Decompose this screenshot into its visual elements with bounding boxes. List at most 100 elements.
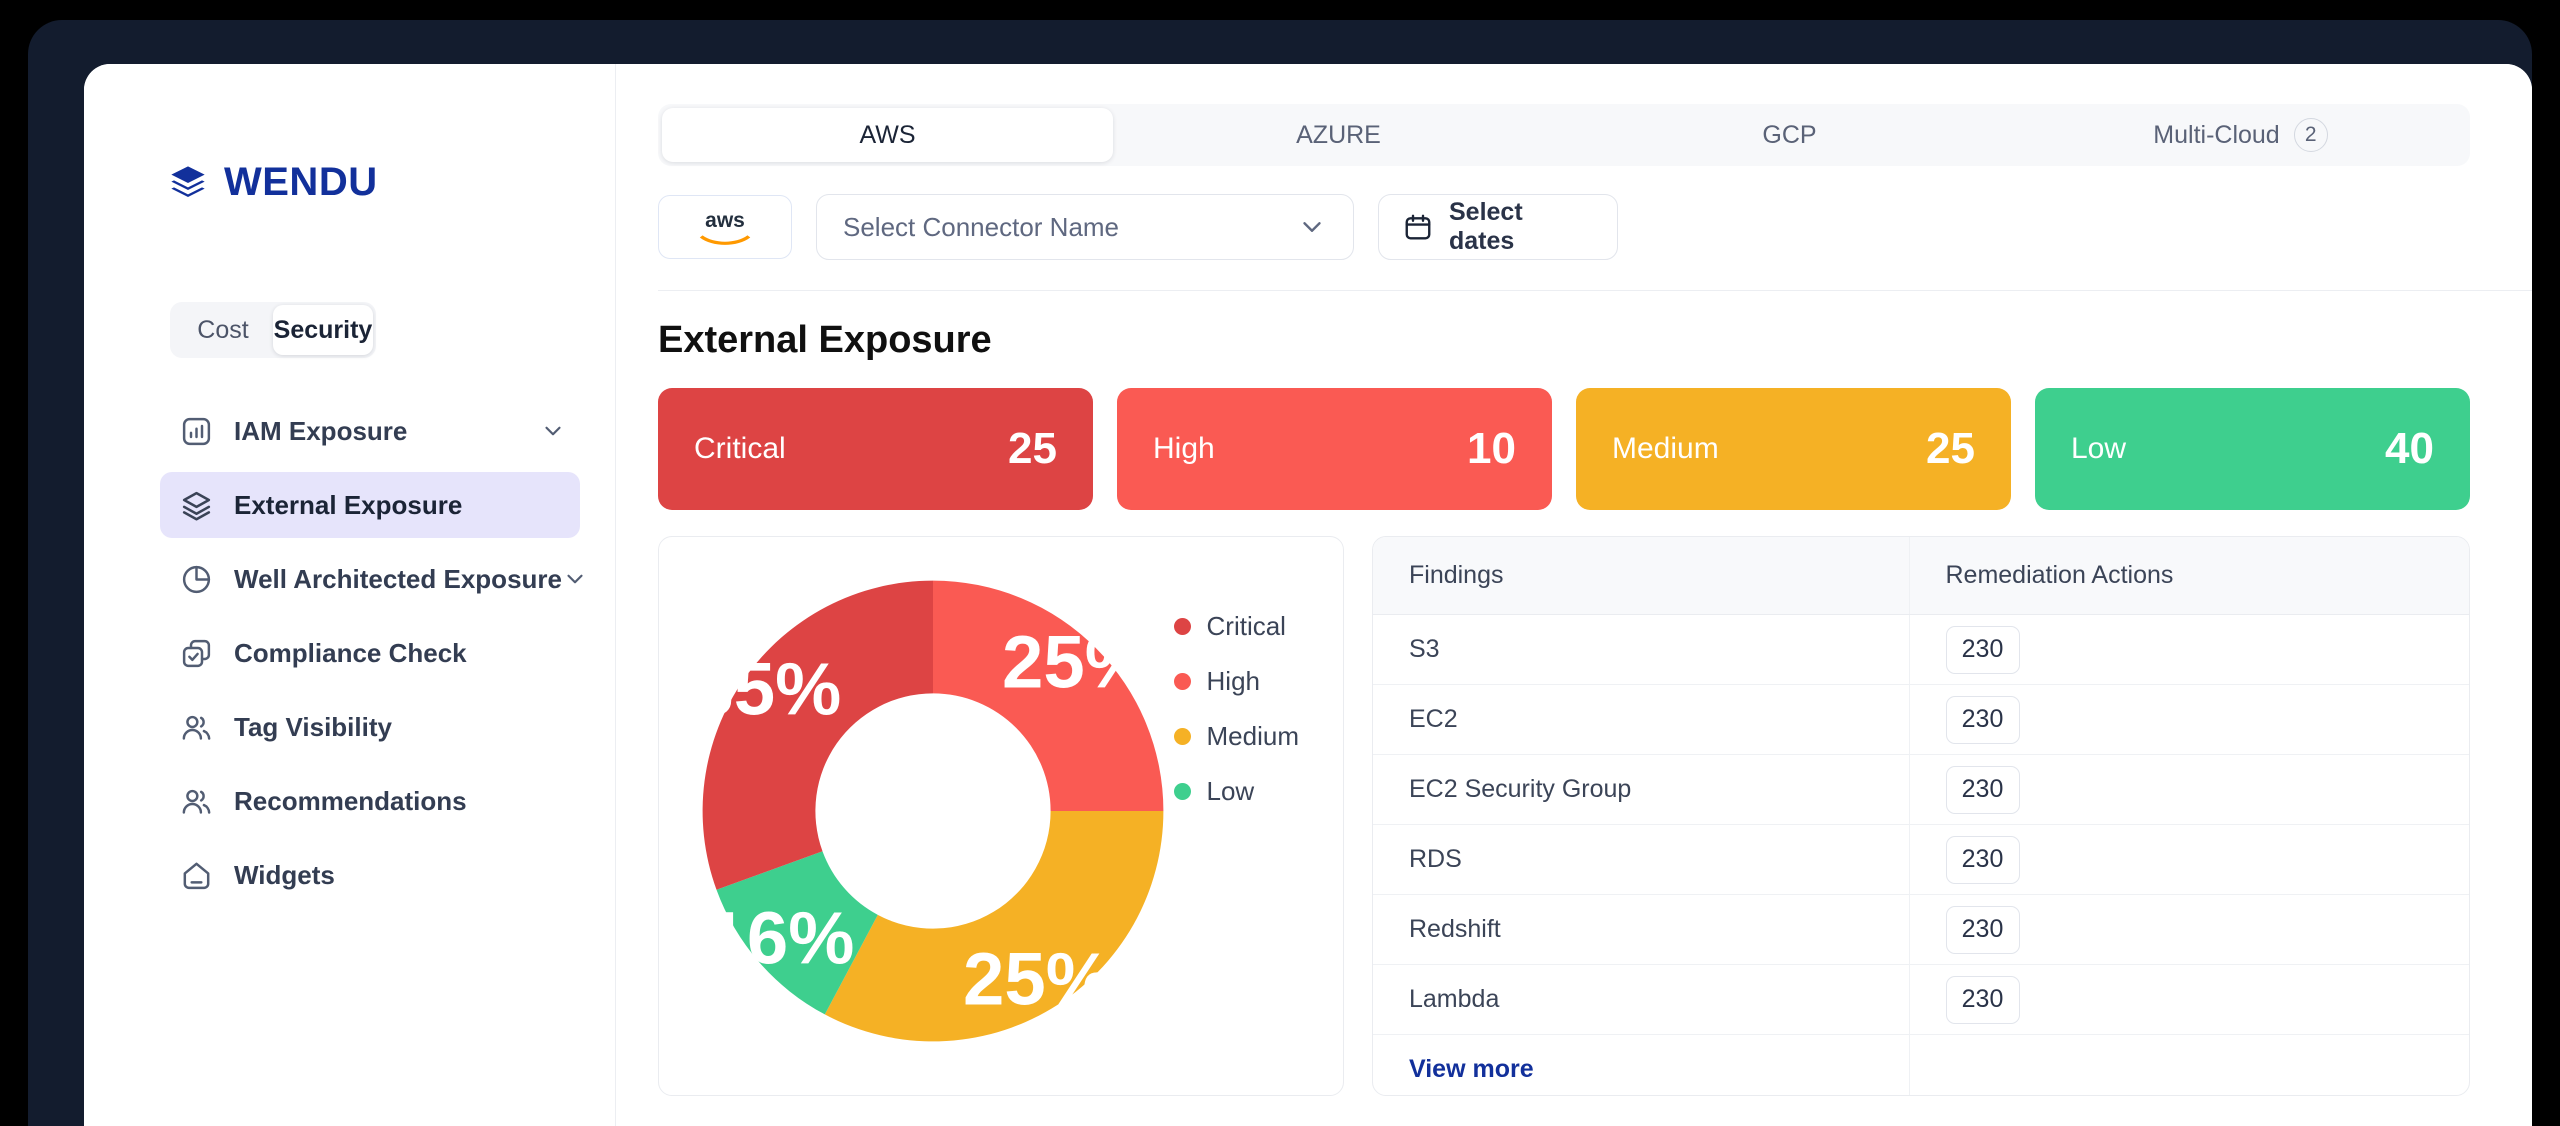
sidebar-item-compliance-check[interactable]: Compliance Check bbox=[160, 620, 580, 686]
severity-card-critical[interactable]: Critical 25 bbox=[658, 388, 1093, 510]
severity-label: Medium bbox=[1612, 432, 1719, 465]
donut-chart: 25% 25% 16% 35% bbox=[693, 571, 1173, 1051]
table-row[interactable]: RDS 230 bbox=[1373, 824, 2469, 895]
tab-azure[interactable]: AZURE bbox=[1113, 108, 1564, 162]
table-header-row: Findings Remediation Actions bbox=[1373, 537, 2469, 615]
users-icon bbox=[178, 709, 214, 745]
mode-option-security[interactable]: Security bbox=[273, 305, 373, 355]
severity-label: Critical bbox=[694, 432, 786, 465]
sidebar-item-iam-exposure[interactable]: IAM Exposure bbox=[160, 398, 580, 464]
cloud-provider-tabs: AWS AZURE GCP Multi-Cloud 2 bbox=[658, 104, 2470, 166]
table-row[interactable]: Lambda 230 bbox=[1373, 964, 2469, 1035]
sidebar: WENDU Cost Security IAM Exposure Externa… bbox=[84, 64, 616, 1126]
legend-color-swatch bbox=[1173, 728, 1191, 745]
tab-multi-cloud[interactable]: Multi-Cloud 2 bbox=[2015, 108, 2466, 162]
donut-slice-critical[interactable] bbox=[702, 580, 933, 890]
sidebar-item-widgets[interactable]: Widgets bbox=[160, 842, 580, 908]
remediation-count-pill[interactable]: 230 bbox=[1945, 835, 2020, 884]
users-icon bbox=[178, 783, 214, 819]
severity-card-medium[interactable]: Medium 25 bbox=[1576, 388, 2011, 510]
chart-legend: Critical High Medium Low bbox=[1173, 611, 1299, 807]
tab-label: AZURE bbox=[1296, 120, 1381, 149]
mode-option-cost[interactable]: Cost bbox=[173, 305, 273, 355]
cell-finding: EC2 bbox=[1373, 684, 1909, 755]
cell-finding: S3 bbox=[1373, 614, 1909, 685]
device-frame: WENDU Cost Security IAM Exposure Externa… bbox=[28, 20, 2532, 1126]
table-row[interactable]: S3 230 bbox=[1373, 614, 2469, 685]
date-picker-label: Select dates bbox=[1449, 198, 1523, 255]
svg-text:aws: aws bbox=[705, 209, 745, 232]
sidebar-item-well-architected-exposure[interactable]: Well Architected Exposure bbox=[160, 546, 583, 612]
brand-logo[interactable]: WENDU bbox=[168, 160, 615, 205]
severity-distribution-chart-card: 25% 25% 16% 35% Critical High Medium Low bbox=[658, 536, 1344, 1096]
remediation-count-pill[interactable]: 230 bbox=[1945, 765, 2020, 814]
cell-remediation-actions: 230 bbox=[1908, 614, 2469, 685]
home-icon bbox=[178, 857, 214, 893]
legend-label: Low bbox=[1206, 776, 1255, 806]
aws-provider-chip[interactable]: aws bbox=[658, 195, 792, 259]
sidebar-item-label: External Exposure bbox=[234, 489, 463, 520]
cell-remediation-actions: 230 bbox=[1908, 824, 2469, 895]
tab-gcp[interactable]: GCP bbox=[1564, 108, 2015, 162]
legend-item-medium[interactable]: Medium bbox=[1173, 721, 1299, 752]
severity-label: Low bbox=[2071, 432, 2127, 465]
view-more-link[interactable]: View more bbox=[1409, 1055, 1534, 1083]
column-header-remediation-actions: Remediation Actions bbox=[1908, 537, 2469, 615]
pie-chart-icon bbox=[178, 561, 214, 597]
donut-slice-label: 16% bbox=[705, 897, 854, 980]
sidebar-item-label: Compliance Check bbox=[234, 637, 467, 668]
table-row[interactable]: EC2 230 bbox=[1373, 684, 2469, 755]
table-row[interactable]: Redshift 230 bbox=[1373, 894, 2469, 965]
view-more-row: View more bbox=[1373, 1034, 2469, 1095]
tab-label: AWS bbox=[859, 120, 916, 149]
legend-color-swatch bbox=[1173, 783, 1191, 800]
severity-value: 25 bbox=[1008, 424, 1057, 473]
bar-chart-square-icon bbox=[178, 413, 214, 449]
sidebar-item-tag-visibility[interactable]: Tag Visibility bbox=[160, 694, 580, 760]
findings-table-card: Findings Remediation Actions S3 230 EC2 230… bbox=[1372, 536, 2470, 1096]
remediation-count-pill[interactable]: 230 bbox=[1945, 625, 2020, 674]
calendar-icon bbox=[1403, 212, 1433, 242]
sidebar-item-label: Widgets bbox=[234, 859, 335, 890]
sidebar-item-label: Recommendations bbox=[234, 785, 467, 816]
tab-aws[interactable]: AWS bbox=[662, 108, 1113, 162]
legend-label: Critical bbox=[1206, 611, 1286, 641]
remediation-count-pill[interactable]: 230 bbox=[1945, 695, 2020, 744]
sidebar-item-recommendations[interactable]: Recommendations bbox=[160, 768, 580, 834]
chevron-down-icon[interactable] bbox=[562, 566, 588, 592]
table-row[interactable]: EC2 Security Group 230 bbox=[1373, 754, 2469, 825]
tab-badge-count: 2 bbox=[2293, 118, 2328, 152]
cell-finding: Lambda bbox=[1373, 964, 1909, 1035]
cost-security-toggle[interactable]: Cost Security bbox=[170, 302, 376, 358]
cell-remediation-actions: 230 bbox=[1908, 894, 2469, 965]
layers-stack-icon bbox=[178, 487, 214, 523]
copy-check-icon bbox=[178, 635, 214, 671]
legend-color-swatch bbox=[1173, 673, 1191, 690]
severity-card-low[interactable]: Low 40 bbox=[2035, 388, 2470, 510]
severity-card-high[interactable]: High 10 bbox=[1117, 388, 1552, 510]
date-range-picker[interactable]: Select dates bbox=[1378, 194, 1618, 260]
sidebar-item-label: Well Architected Exposure bbox=[234, 563, 562, 594]
legend-item-low[interactable]: Low bbox=[1173, 776, 1299, 807]
legend-item-critical[interactable]: Critical bbox=[1173, 611, 1299, 642]
sidebar-item-external-exposure[interactable]: External Exposure bbox=[160, 472, 580, 538]
connector-name-select[interactable]: Select Connector Name bbox=[816, 194, 1354, 260]
cell-empty bbox=[1908, 1034, 2469, 1095]
sidebar-nav: IAM Exposure External Exposure Well Arch… bbox=[160, 398, 583, 916]
remediation-count-pill[interactable]: 230 bbox=[1945, 905, 2020, 954]
donut-slice-label: 25% bbox=[963, 937, 1112, 1020]
legend-item-high[interactable]: High bbox=[1173, 666, 1299, 697]
aws-logo-icon: aws bbox=[689, 206, 761, 248]
donut-slice-label: 35% bbox=[693, 647, 841, 730]
chevron-down-icon[interactable] bbox=[1297, 212, 1327, 242]
cell-remediation-actions: 230 bbox=[1908, 754, 2469, 825]
remediation-count-pill[interactable]: 230 bbox=[1945, 975, 2020, 1024]
severity-value: 25 bbox=[1926, 424, 1975, 473]
findings-table: Findings Remediation Actions S3 230 EC2 230… bbox=[1373, 537, 2469, 1095]
layers-icon bbox=[168, 163, 208, 203]
legend-label: Medium bbox=[1206, 721, 1299, 751]
main-content: AWS AZURE GCP Multi-Cloud 2 aws Select C… bbox=[616, 64, 2532, 1126]
connector-placeholder: Select Connector Name bbox=[843, 211, 1120, 242]
cell-finding: EC2 Security Group bbox=[1373, 754, 1909, 825]
chevron-down-icon[interactable] bbox=[540, 418, 566, 444]
